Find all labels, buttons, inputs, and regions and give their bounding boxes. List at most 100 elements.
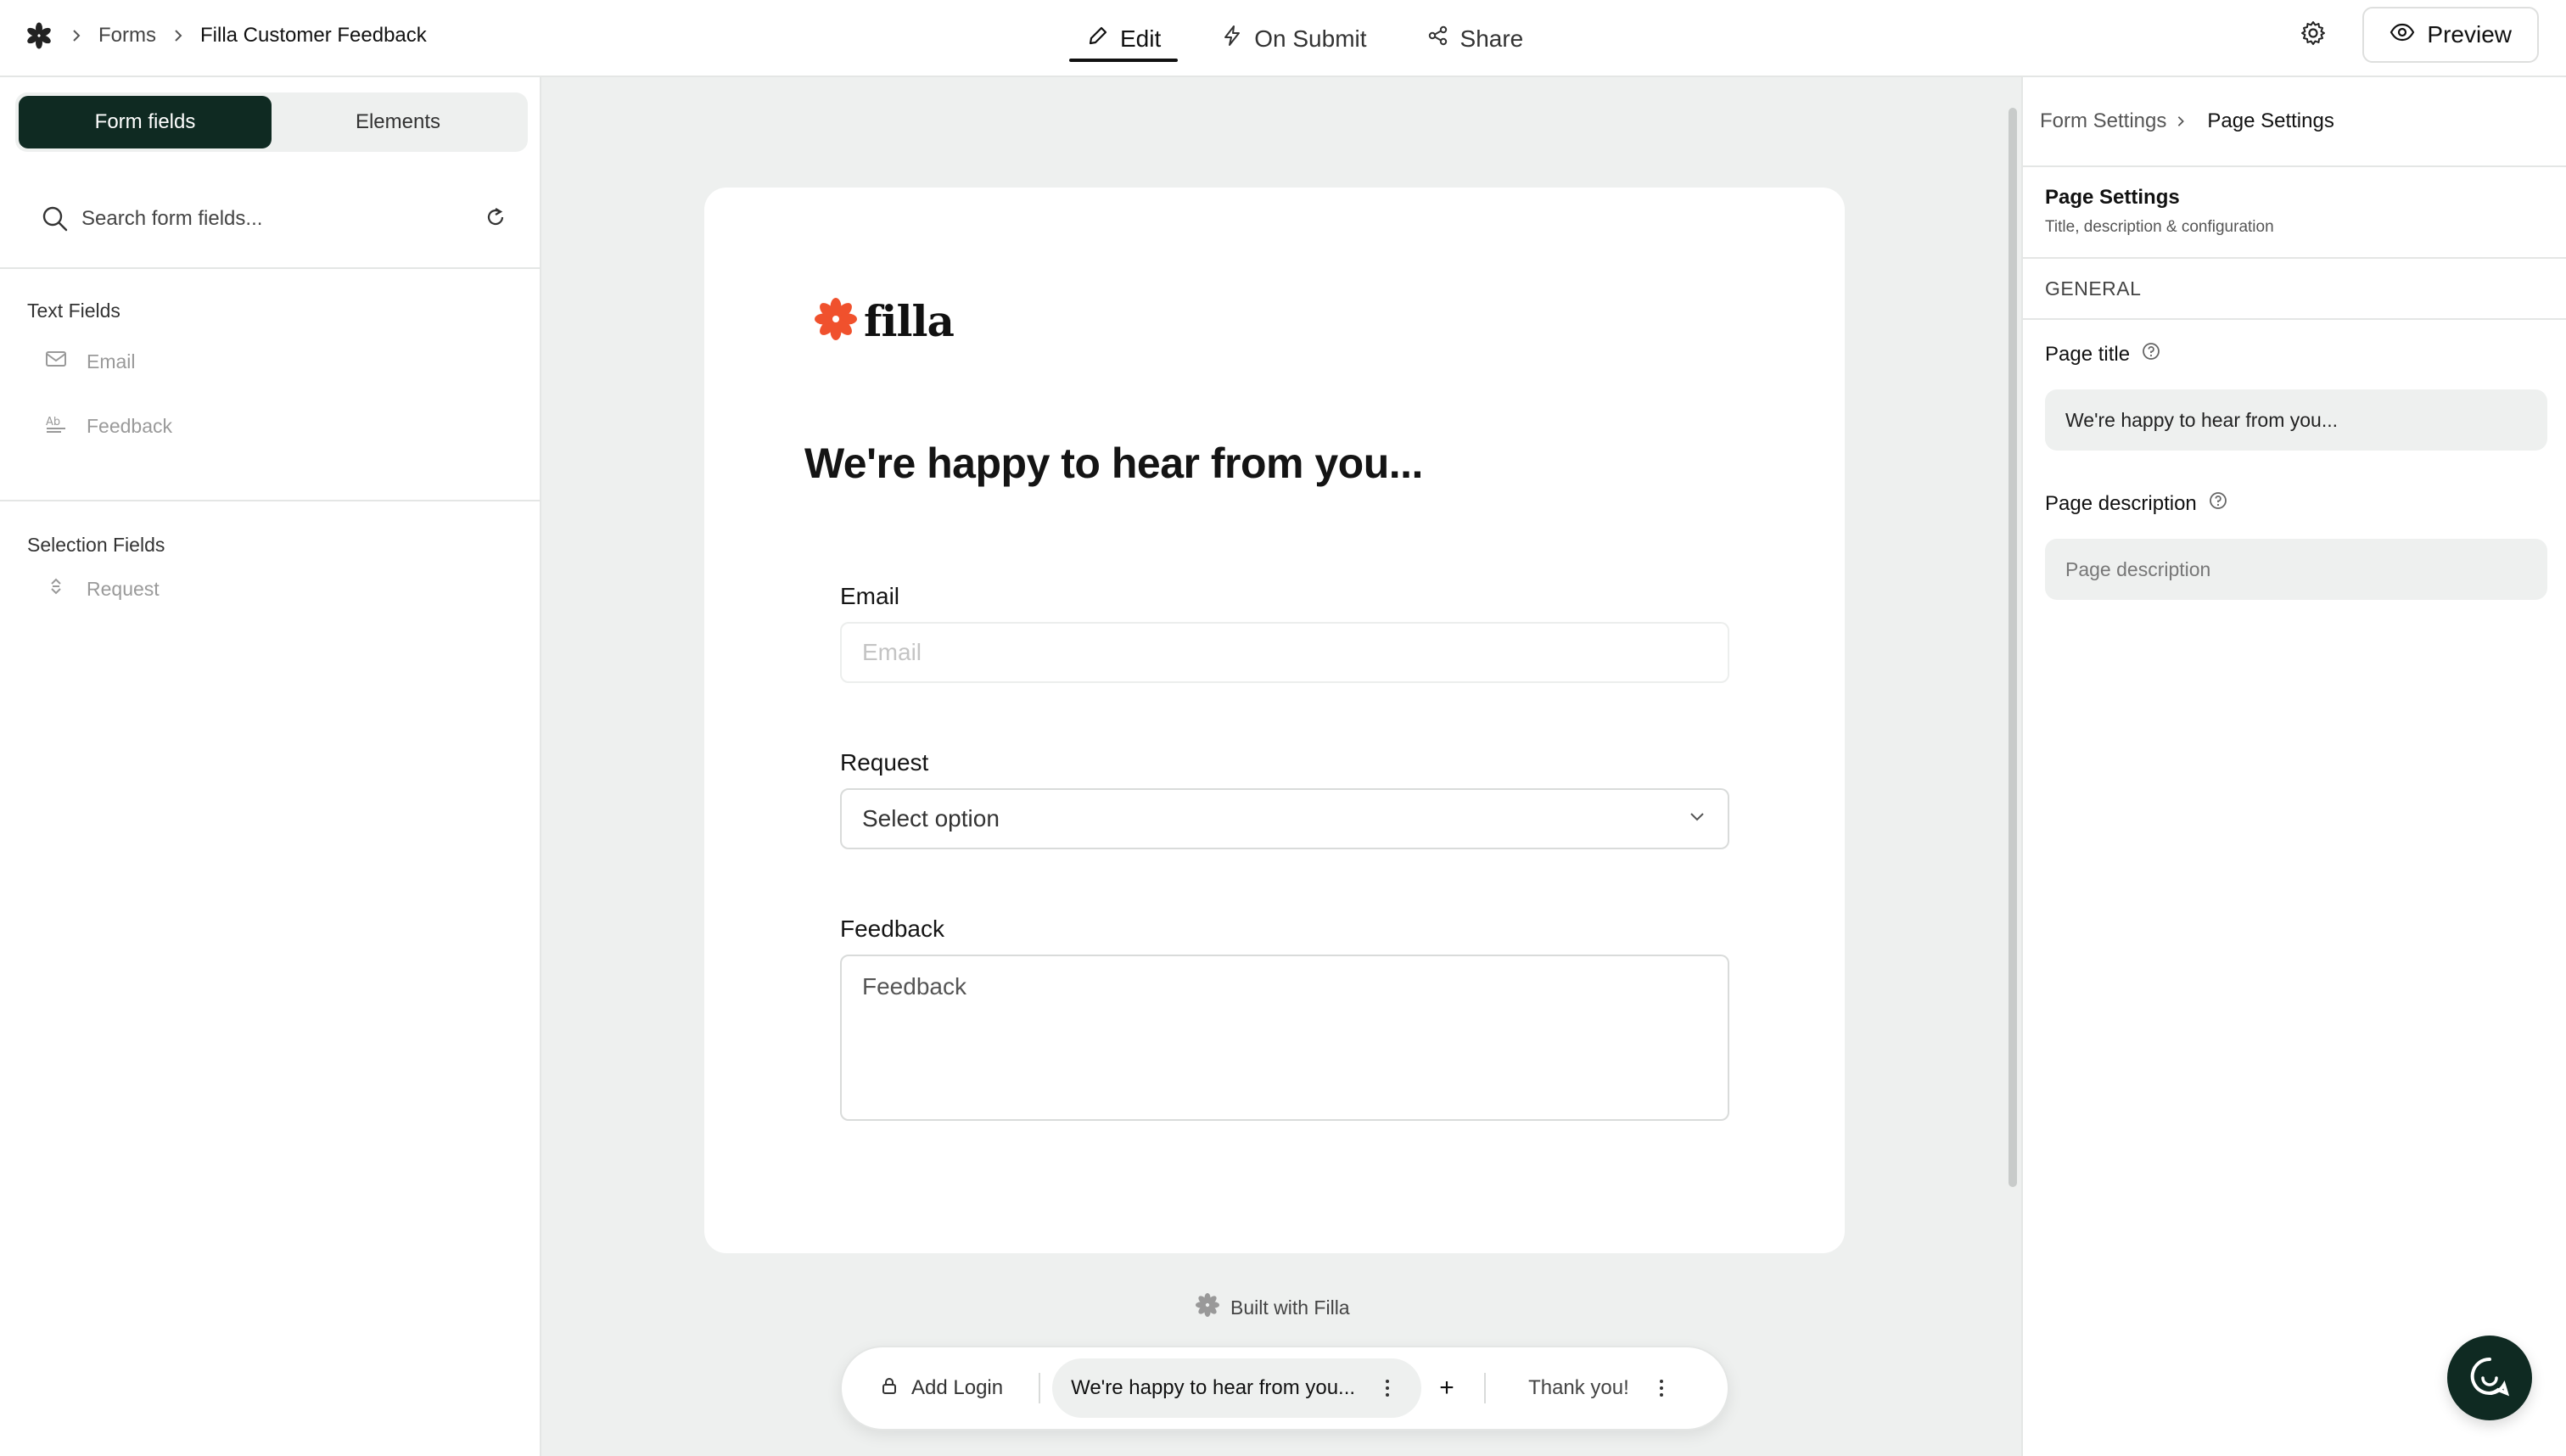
breadcrumb-forms[interactable]: Forms [98,24,156,48]
editor-tabs: Edit On Submit Share [1069,0,1540,77]
more-options-icon[interactable] [1384,1380,1391,1397]
email-field[interactable]: Email [840,622,1729,683]
top-actions: Preview [2294,7,2539,63]
panel-title: Page Settings [2045,186,2180,209]
field-item-email[interactable]: Email [0,329,541,394]
email-label: Email [840,583,900,609]
tab-edit[interactable]: Edit [1069,0,1179,77]
page-chip-label: We're happy to hear from you... [1071,1376,1356,1399]
chevron-right-icon [2175,109,2187,133]
tab-on-submit[interactable]: On Submit [1203,0,1383,77]
chevron-down-icon [1687,805,1707,832]
page-title-value: We're happy to hear from you... [2065,408,2339,431]
tab-edit-label: Edit [1120,25,1162,52]
right-panel: Form Settings Page Settings Page Setting… [2023,77,2566,1456]
tab-on-submit-label: On Submit [1254,25,1367,52]
built-with-label: Built with Filla [1230,1296,1350,1319]
chat-bubble-icon [2466,1352,2513,1404]
search-icon [41,204,70,233]
page-description-label: Page description [2045,491,2227,516]
text-fields-section: Text Fields Email Ab Feedback [0,300,541,458]
top-bar: Forms Filla Customer Feedback Edit On Su… [0,0,2566,77]
divider [2023,165,2566,167]
eye-icon [2390,20,2415,51]
section-title: Text Fields [27,300,120,322]
panel-segmented-control: Form fields Elements [15,92,528,152]
refresh-icon[interactable] [484,205,507,233]
request-select[interactable]: Select option [840,788,1729,849]
page-description-label-text: Page description [2045,491,2197,515]
lock-icon [879,1375,899,1402]
form-canvas: filla We're happy to hear from you... Em… [541,77,2004,1456]
request-label: Request [840,749,929,776]
page-title-label-text: Page title [2045,342,2131,366]
panel-subtitle: Title, description & configuration [2045,218,2274,236]
divider [1484,1373,1487,1403]
page-chip-thank-you[interactable]: Thank you! [1498,1358,1682,1418]
filla-flower-icon [813,296,859,346]
field-item-feedback[interactable]: Ab Feedback [0,394,541,458]
breadcrumb-page-settings: Page Settings [2207,109,2334,132]
section-title: Selection Fields [27,534,165,556]
divider [1039,1373,1041,1403]
page-navigator: Add Login We're happy to hear from you..… [840,1346,1729,1431]
add-login-button[interactable]: Add Login [859,1358,1027,1418]
request-selected-value: Select option [862,805,1000,832]
breadcrumb-form-settings[interactable]: Form Settings [2040,109,2166,133]
built-with-filla[interactable]: Built with Filla [1195,1292,1350,1323]
gear-icon [2300,20,2327,51]
left-panel: Form fields Elements Text Fields Email A… [0,77,541,1456]
page-title-label: Page title [2045,342,2160,367]
bolt-icon [1220,24,1244,53]
select-icon [44,574,68,603]
feedback-textarea[interactable]: Feedback [840,955,1729,1121]
filla-mark-icon [1195,1292,1220,1323]
page-description-input[interactable]: Page description [2045,539,2547,600]
tab-share[interactable]: Share [1409,0,1541,77]
scrollbar-thumb[interactable] [2009,108,2017,1187]
svg-text:Ab: Ab [46,416,60,428]
settings-button[interactable] [2294,16,2332,53]
feedback-label: Feedback [840,916,944,942]
page-title-input[interactable]: We're happy to hear from you... [2045,389,2547,451]
page-chip-current[interactable]: We're happy to hear from you... [1052,1358,1422,1418]
chat-support-button[interactable] [2447,1336,2532,1420]
add-login-label: Add Login [911,1376,1004,1399]
field-item-label: Email [87,350,136,372]
field-item-request[interactable]: Request [0,557,541,621]
chevron-right-icon [70,29,83,42]
more-options-icon[interactable] [1658,1380,1665,1397]
chevron-right-icon [171,29,185,42]
brand-name: filla [864,296,955,346]
settings-breadcrumb: Form Settings Page Settings [2040,109,2334,133]
form-fields-tab[interactable]: Form fields [19,96,272,148]
elements-tab[interactable]: Elements [272,96,524,148]
field-item-label: Feedback [87,414,173,437]
divider [2023,318,2566,320]
add-page-button[interactable]: + [1421,1358,1472,1418]
form-card: filla We're happy to hear from you... Em… [704,188,1845,1253]
preview-button[interactable]: Preview [2362,7,2539,63]
form-logo[interactable]: filla [813,296,955,346]
divider [2023,257,2566,259]
feedback-placeholder: Feedback [862,973,966,1000]
section-heading: GENERAL [2045,277,2142,300]
preview-label: Preview [2427,21,2512,48]
selection-fields-section: Selection Fields Request [0,534,541,621]
help-icon[interactable] [2142,342,2160,367]
page-description-placeholder: Page description [2065,557,2211,580]
breadcrumb: Forms Filla Customer Feedback [24,19,427,53]
form-title[interactable]: We're happy to hear from you... [804,439,1423,488]
text-ab-icon: Ab [44,412,68,440]
section-divider [0,500,541,501]
email-placeholder: Email [862,639,922,665]
mail-icon [44,347,68,376]
help-icon[interactable] [2209,491,2227,516]
tab-share-label: Share [1459,25,1524,52]
app-logo-icon[interactable] [24,20,54,51]
canvas-scrollbar[interactable] [2004,77,2023,1456]
search-input[interactable] [81,207,484,231]
breadcrumb-form-name[interactable]: Filla Customer Feedback [200,24,427,48]
field-search [0,171,541,269]
field-item-label: Request [87,577,160,600]
